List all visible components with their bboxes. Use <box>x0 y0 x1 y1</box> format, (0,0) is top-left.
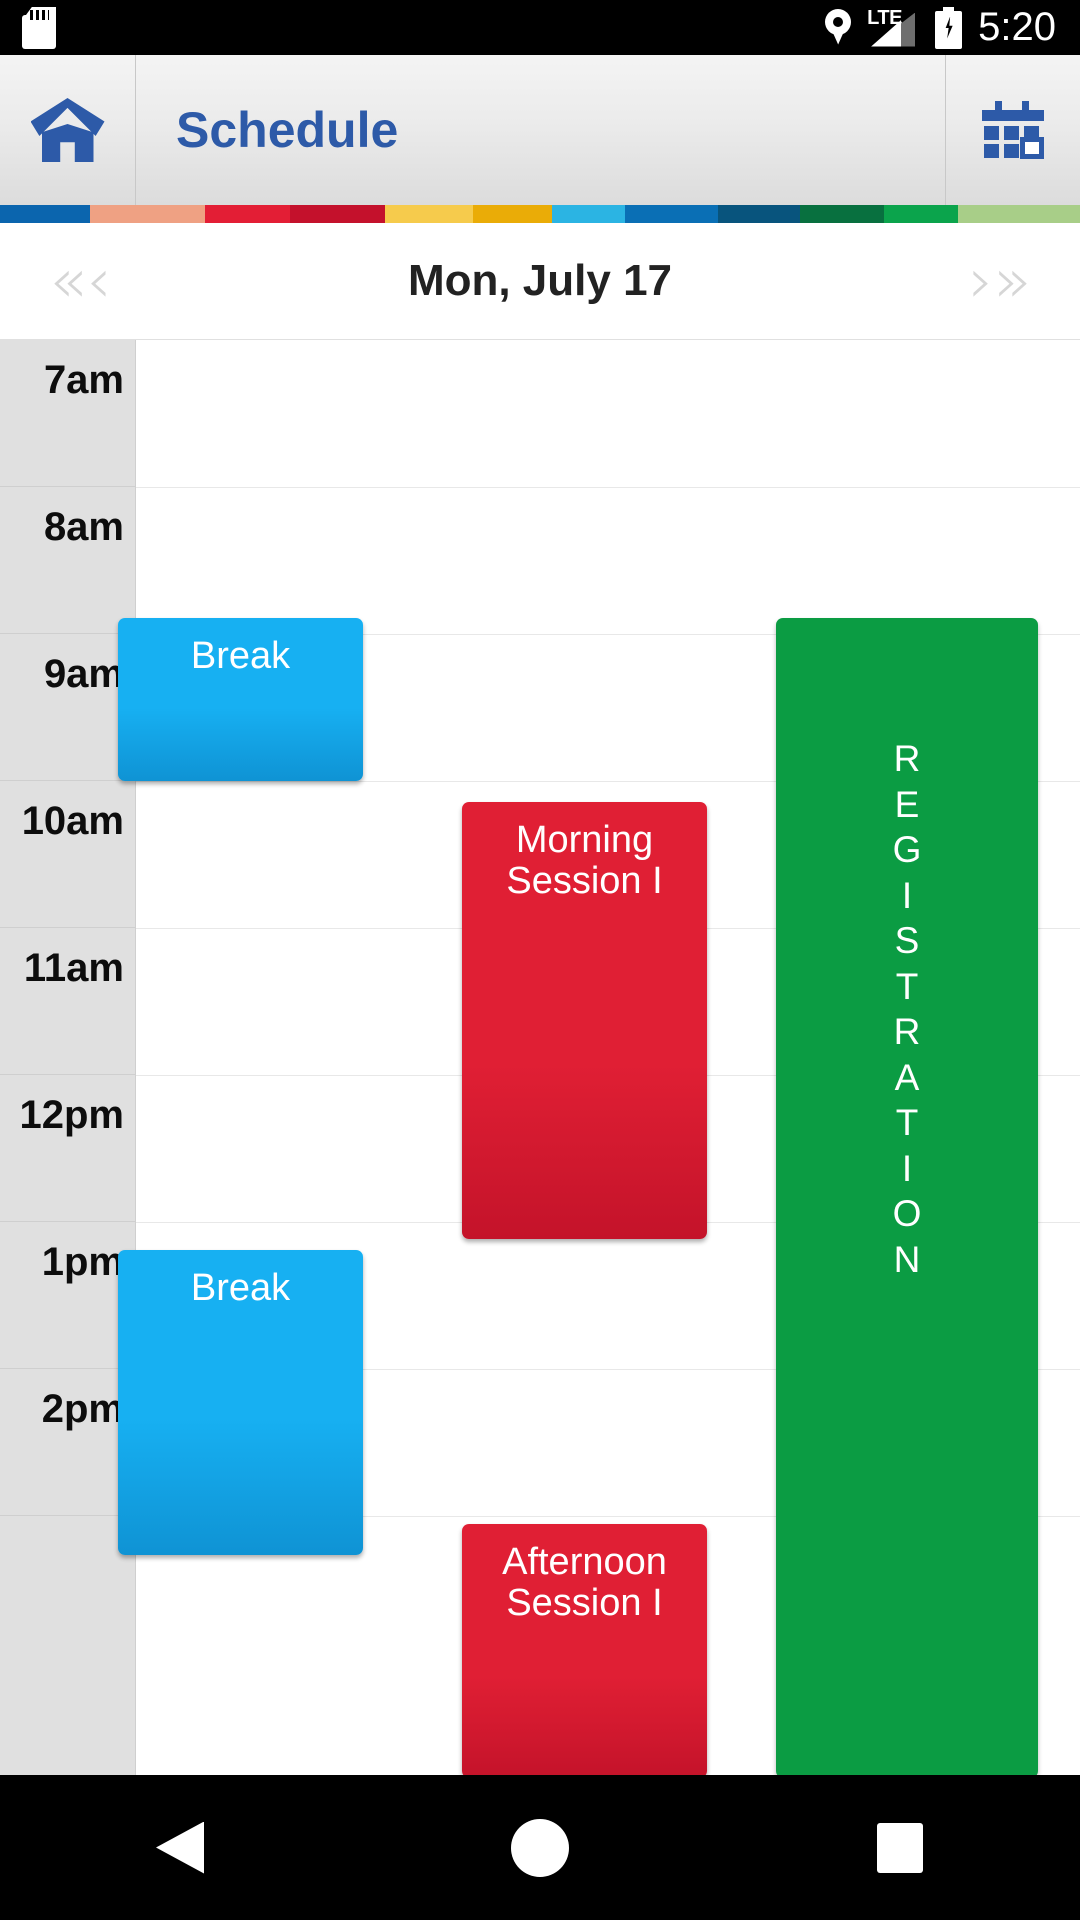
battery-charging-icon <box>935 6 963 49</box>
time-label: 10am <box>21 799 124 843</box>
page-title: Schedule <box>176 102 399 158</box>
date-navigation-bar: «‹ Mon, July 17 ›» <box>0 223 1080 340</box>
recents-square-icon <box>877 1822 923 1873</box>
status-clock: 5:20 <box>978 5 1056 49</box>
color-strip-segment-7 <box>625 205 718 223</box>
time-label: 9am <box>43 652 124 696</box>
current-date-label: Mon, July 17 <box>407 256 673 305</box>
nav-recents-button[interactable] <box>790 1822 1010 1873</box>
back-triangle-icon <box>156 1821 204 1874</box>
color-strip-segment-3 <box>290 205 385 223</box>
event-registration[interactable]: REGISTRATION <box>776 618 1038 1775</box>
gridline <box>136 487 1080 488</box>
time-label: 1pm <box>41 1240 124 1284</box>
time-label: 8am <box>43 505 124 549</box>
previous-day-button[interactable]: «‹ <box>0 250 160 312</box>
color-strip-segment-8 <box>718 205 800 223</box>
location-pin-icon <box>825 8 852 47</box>
color-strip-segment-0 <box>0 205 90 223</box>
event-title: Break <box>190 635 291 677</box>
time-slot-11am: 11am <box>0 928 136 1075</box>
color-strip-segment-5 <box>473 205 552 223</box>
time-slot-8am: 8am <box>0 487 136 634</box>
color-strip-segment-1 <box>90 205 205 223</box>
event-afternoon-session-1[interactable]: Afternoon Session I <box>462 1524 707 1775</box>
time-slot-7am: 7am <box>0 340 136 487</box>
category-color-strip <box>0 205 1080 223</box>
event-break-morning[interactable]: Break <box>118 618 363 781</box>
time-slot-10am: 10am <box>0 781 136 928</box>
time-slot-1pm: 1pm <box>0 1222 136 1369</box>
event-title: REGISTRATION <box>892 738 922 1280</box>
time-axis-column: 7am 8am 9am 10am 11am 12pm 1pm 2pm <box>0 340 136 1775</box>
home-button[interactable] <box>0 55 136 205</box>
status-bar: LTE 5:20 <box>0 0 1080 55</box>
header-title-area: Schedule <box>136 55 946 205</box>
calendar-icon <box>982 101 1044 159</box>
color-strip-segment-10 <box>884 205 958 223</box>
time-slot-2pm: 2pm <box>0 1369 136 1516</box>
event-title: Break <box>190 1267 291 1309</box>
signal-bars-icon: LTE <box>865 7 921 49</box>
sd-card-icon <box>22 6 56 49</box>
calendar-view-button[interactable] <box>946 55 1080 205</box>
event-break-midday[interactable]: Break <box>118 1250 363 1555</box>
color-strip-segment-9 <box>800 205 884 223</box>
color-strip-segment-4 <box>385 205 473 223</box>
android-navigation-bar <box>0 1775 1080 1920</box>
color-strip-segment-2 <box>205 205 290 223</box>
time-label: 11am <box>23 946 124 990</box>
home-icon <box>30 98 105 162</box>
time-slot-9am: 9am <box>0 634 136 781</box>
event-title: Afternoon Session I <box>502 1541 667 1625</box>
app-header: Schedule <box>0 55 1080 205</box>
home-circle-icon <box>511 1818 569 1877</box>
event-title: Morning Session I <box>506 819 663 903</box>
time-label: 2pm <box>41 1387 124 1431</box>
nav-back-button[interactable] <box>70 1821 290 1874</box>
color-strip-segment-6 <box>552 205 625 223</box>
schedule-grid[interactable]: 7am 8am 9am 10am 11am 12pm 1pm 2pm Break Morning… <box>0 340 1080 1775</box>
event-morning-session-1[interactable]: Morning Session I <box>462 802 707 1239</box>
next-day-button[interactable]: ›» <box>920 250 1080 312</box>
status-indicators: LTE 5:20 <box>825 5 1080 50</box>
time-label: 12pm <box>19 1093 125 1137</box>
time-slot-12pm: 12pm <box>0 1075 136 1222</box>
nav-home-button[interactable] <box>430 1818 650 1877</box>
color-strip-segment-11 <box>958 205 1080 223</box>
time-label: 7am <box>43 358 124 402</box>
